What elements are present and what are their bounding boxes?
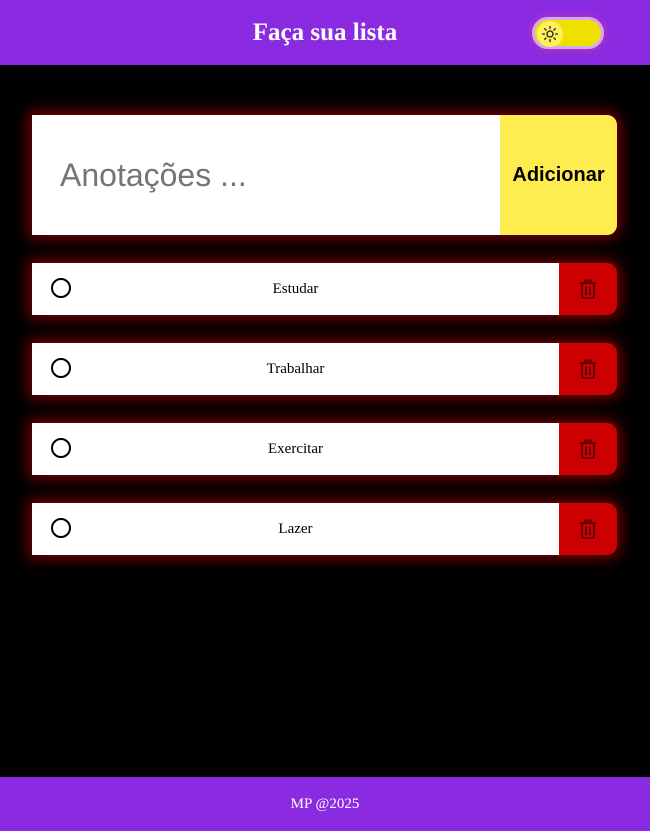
circle-checkbox-icon[interactable] — [51, 518, 71, 538]
note-input[interactable] — [32, 115, 500, 235]
task-label: Estudar — [272, 280, 319, 297]
delete-task-button[interactable] — [559, 263, 617, 315]
delete-task-button[interactable] — [559, 423, 617, 475]
circle-checkbox-icon[interactable] — [51, 438, 71, 458]
add-note-form: Adicionar — [32, 115, 617, 235]
app-footer: MP @2025 — [0, 777, 650, 831]
sun-icon — [541, 25, 559, 43]
task-label: Exercitar — [268, 440, 323, 457]
task-item: Exercitar — [32, 423, 617, 475]
task-item: Lazer — [32, 503, 617, 555]
task-body: Trabalhar — [32, 343, 559, 395]
trash-icon — [580, 519, 596, 539]
trash-icon — [580, 439, 596, 459]
task-item: Estudar — [32, 263, 617, 315]
circle-checkbox-icon[interactable] — [51, 358, 71, 378]
delete-task-button[interactable] — [559, 343, 617, 395]
page-title: Faça sua lista — [252, 18, 398, 46]
trash-icon — [580, 359, 596, 379]
task-body: Lazer — [32, 503, 559, 555]
theme-toggle[interactable] — [532, 17, 604, 49]
task-label: Trabalhar — [266, 360, 325, 377]
add-button[interactable]: Adicionar — [500, 115, 617, 235]
task-body: Exercitar — [32, 423, 559, 475]
task-body: Estudar — [32, 263, 559, 315]
task-item: Trabalhar — [32, 343, 617, 395]
circle-checkbox-icon[interactable] — [51, 278, 71, 298]
task-label: Lazer — [278, 520, 313, 537]
delete-task-button[interactable] — [559, 503, 617, 555]
toggle-knob — [537, 21, 563, 47]
footer-text: MP @2025 — [290, 795, 360, 812]
trash-icon — [580, 279, 596, 299]
